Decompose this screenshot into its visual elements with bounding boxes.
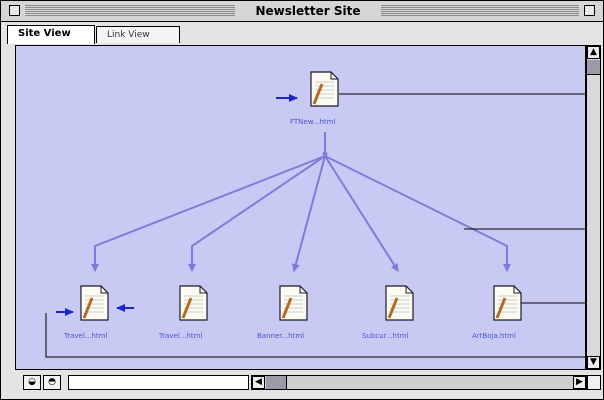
tab-site-view[interactable]: Site View xyxy=(7,25,95,44)
child-page-node[interactable]: Subcur...html xyxy=(362,285,414,340)
html-file-icon xyxy=(385,285,414,321)
link-to-child-5 xyxy=(324,155,511,272)
scroll-up-arrow-icon[interactable]: ▲ xyxy=(587,46,600,59)
site-window: Newsletter Site Site View Link View FTNe… xyxy=(0,0,604,400)
html-file-icon xyxy=(310,71,339,107)
window-title: Newsletter Site xyxy=(239,3,377,19)
html-file-icon xyxy=(179,285,208,321)
zoom-box-icon[interactable] xyxy=(584,5,595,16)
horizontal-scroll-thumb[interactable] xyxy=(266,376,287,389)
html-file-icon xyxy=(279,285,308,321)
view-tabs: Site View Link View xyxy=(1,22,603,44)
child-page-label: Banner...html xyxy=(257,332,304,340)
scroll-down-arrow-icon[interactable]: ▼ xyxy=(587,356,600,369)
branch-node xyxy=(322,151,328,157)
child-page-label: Subcur...html xyxy=(362,332,409,340)
child-page-label: Travel...html xyxy=(63,332,107,340)
root-page-label: FTNew...html xyxy=(290,118,335,126)
title-bar-stripes xyxy=(25,5,235,16)
status-field xyxy=(68,375,249,390)
root-page-node[interactable]: FTNew...html xyxy=(290,71,339,126)
child-page-node[interactable]: Banner...html xyxy=(257,285,308,340)
site-map-diagram: FTNew...html Travel...html Travel...html… xyxy=(45,71,585,358)
link-to-child-1 xyxy=(91,155,326,272)
scroll-left-arrow-icon[interactable]: ◀ xyxy=(252,376,265,389)
grow-box-icon[interactable] xyxy=(587,375,601,390)
close-box-icon[interactable] xyxy=(9,5,20,16)
title-bar-stripes xyxy=(381,5,579,16)
child-page-node[interactable]: ArtBoja.html xyxy=(472,285,522,340)
html-file-icon xyxy=(80,285,109,321)
zoom-in-icon[interactable]: ◓ xyxy=(43,375,61,390)
title-bar[interactable]: Newsletter Site xyxy=(1,1,603,22)
child-page-node[interactable]: Travel...html xyxy=(158,285,208,340)
horizontal-scrollbar[interactable]: ◀ ▶ xyxy=(251,375,587,390)
child-page-label: ArtBoja.html xyxy=(472,332,516,340)
vertical-scroll-thumb[interactable] xyxy=(587,60,600,75)
tab-link-view[interactable]: Link View xyxy=(96,26,180,43)
zoom-out-icon[interactable]: ◒ xyxy=(23,375,41,390)
scroll-right-arrow-icon[interactable]: ▶ xyxy=(573,376,586,389)
html-file-icon xyxy=(493,285,522,321)
site-map-canvas[interactable]: FTNew...html Travel...html Travel...html… xyxy=(15,45,586,370)
link-to-child-2 xyxy=(188,155,326,272)
child-page-label: Travel...html xyxy=(158,332,202,340)
hierarchy-links xyxy=(91,132,511,272)
bottom-toolbar: ◒ ◓ ◀ ▶ xyxy=(1,371,603,399)
entry-arrows xyxy=(56,94,298,316)
vertical-scrollbar[interactable]: ▲ ▼ xyxy=(586,45,601,370)
